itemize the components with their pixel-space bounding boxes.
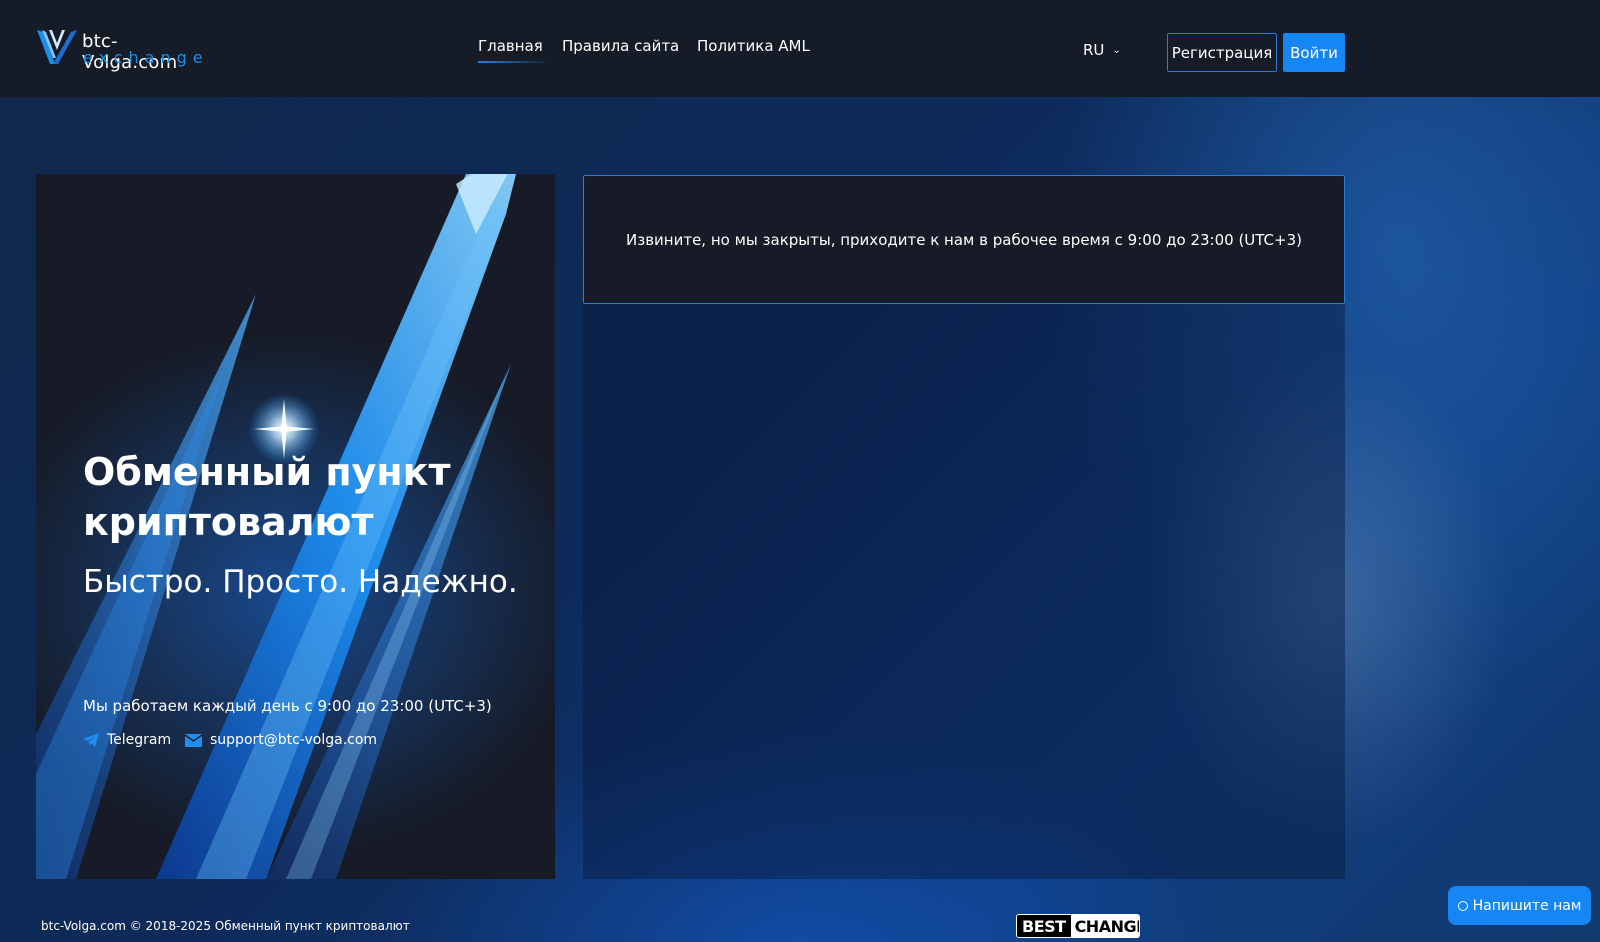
chat-button[interactable]: Напишите нам — [1448, 886, 1591, 925]
hero-card: Обменный пункт криптовалют Быстро. Прост… — [36, 174, 555, 879]
language-value: RU — [1083, 41, 1105, 59]
chat-icon — [1457, 900, 1468, 911]
language-select[interactable]: RU ⌄ — [1083, 41, 1121, 59]
nav-home[interactable]: Главная — [478, 37, 545, 63]
closed-notice: Извините, но мы закрыты, приходите к нам… — [583, 175, 1345, 304]
logo-subtitle: exchange — [83, 48, 209, 67]
nav-aml-policy[interactable]: Политика AML — [697, 37, 810, 55]
login-button[interactable]: Войти — [1283, 33, 1345, 72]
logo[interactable]: btc-Volga.com exchange — [36, 26, 209, 73]
support-email-link[interactable]: support@btc-volga.com — [185, 732, 377, 748]
telegram-icon — [83, 733, 99, 747]
bestchange-badge[interactable]: BEST CHANGE — [1016, 914, 1140, 938]
mail-icon — [185, 733, 202, 747]
copyright: btc-Volga.com © 2018-2025 Обменный пункт… — [41, 919, 410, 933]
closed-notice-text: Извините, но мы закрыты, приходите к нам… — [626, 230, 1302, 249]
site-header: btc-Volga.com exchange Главная Правила с… — [0, 0, 1600, 97]
v-logo-icon — [37, 30, 77, 64]
register-button[interactable]: Регистрация — [1167, 33, 1277, 72]
hero-subtitle: Быстро. Просто. Надежно. — [83, 564, 518, 600]
nav-rules[interactable]: Правила сайта — [562, 37, 679, 55]
telegram-label: Telegram — [107, 732, 172, 748]
bestchange-change: CHANGE — [1070, 915, 1139, 937]
bestchange-best: BEST — [1017, 915, 1071, 937]
telegram-link[interactable]: Telegram — [83, 732, 171, 748]
chat-label: Напишите нам — [1472, 897, 1582, 914]
working-hours: Мы работаем каждый день с 9:00 до 23:00 … — [83, 697, 492, 715]
hero-title: Обменный пункт криптовалют — [83, 450, 451, 544]
chevron-down-icon: ⌄ — [1112, 45, 1121, 56]
support-email-label: support@btc-volga.com — [210, 732, 378, 748]
